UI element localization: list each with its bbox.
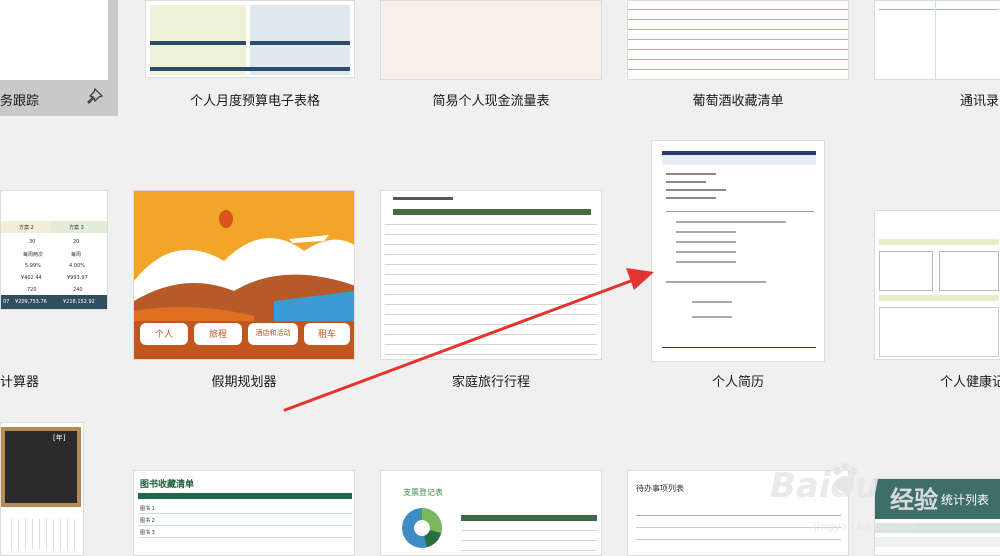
template-thumbnail-monthly-budget[interactable] [145,0,355,78]
template-thumbnail-resume[interactable] [651,140,825,362]
loan-cell: 每周 [71,252,82,258]
loan-cell: ¥993.97 [67,275,88,281]
template-thumbnail-task-tracker[interactable] [0,0,108,80]
calendar-year-badge: [年] [53,434,66,442]
template-label-task-tracker: 务跟踪 [0,94,40,109]
vacation-button-hotel: 酒店和活动 [248,323,298,345]
template-label-cash-flow: 简易个人现金流量表 [432,94,550,109]
loan-cell: 30 [29,239,36,245]
template-label-address-book: 通讯录 [960,94,1000,109]
template-thumbnail-book-collection[interactable]: 图书收藏清单 图书 1 图书 2 图书 3 [133,470,355,556]
book-list-title: 图书收藏清单 [140,480,195,490]
loan-cell: 20 [73,239,80,245]
loan-header-3: 方案 3 [69,225,84,231]
loan-cell: 4.00% [69,263,85,269]
loan-cell: 720 [27,287,37,293]
paw-icon [833,463,857,492]
loan-header-2: 方案 2 [19,225,34,231]
book-row: 图书 2 [140,518,155,524]
template-thumbnail-vacation-planner[interactable]: 个人 旅程 酒店和活动 租车 [133,190,355,360]
watermark-url: jingyan.baidu.com [814,520,916,533]
loan-footer: ¥209,753.76 [15,299,47,305]
loan-cell: 每周两次 [23,252,44,258]
loan-footer: 07 [3,299,10,305]
loan-cell: ¥402.44 [21,275,42,281]
book-row: 图书 3 [140,530,155,536]
template-label-family-itinerary: 家庭旅行行程 [451,375,530,390]
template-thumbnail-loan-calculator[interactable]: 方案 2 方案 3 30 20 每周两次 每周 5.99% 4.00% ¥402… [0,190,108,310]
template-thumbnail-health-record[interactable] [874,210,1000,360]
vacation-button-trip: 旅程 [194,323,242,345]
template-label-resume: 个人简历 [711,375,764,390]
template-label-monthly-budget: 个人月度预算电子表格 [189,94,320,109]
template-thumbnail-address-book[interactable] [874,0,1000,80]
loan-footer: ¥218,152.92 [63,299,95,305]
vacation-button-personal: 个人 [140,323,188,345]
todo-title: 待办事项列表 [636,484,684,493]
checkbook-title: 支票登记表 [403,488,443,497]
pin-icon[interactable] [86,87,104,106]
loan-cell: 240 [73,287,83,293]
watermark-sub: 经验 [890,486,938,514]
template-thumbnail-checkbook[interactable]: 支票登记表 [380,470,602,556]
template-thumbnail-family-itinerary[interactable] [380,190,602,360]
template-thumbnail-cash-flow[interactable] [380,0,602,80]
baidu-watermark: Baidu 经验 jingyan.baidu.com [770,452,1000,556]
template-label-health-record: 个人健康记 [940,375,1000,390]
book-row: 图书 1 [140,506,155,512]
template-label-wine-list: 葡萄酒收藏清单 [692,94,784,109]
template-label-calculator: 计算器 [0,375,40,390]
loan-cell: 5.99% [25,263,41,269]
template-thumbnail-calendar[interactable]: [年] [0,422,84,556]
watermark-brand: Baidu [770,466,880,506]
vacation-button-car: 租车 [304,323,350,345]
template-thumbnail-wine-list[interactable] [627,0,849,80]
template-label-vacation-planner: 假期规划器 [211,375,277,390]
